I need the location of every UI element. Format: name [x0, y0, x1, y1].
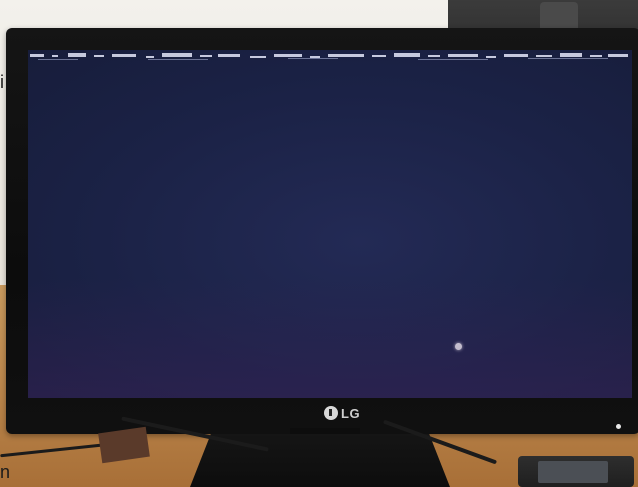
photo-scene: LG i n: [0, 0, 638, 487]
mouse-cursor: [455, 343, 462, 350]
lg-logo-icon: [324, 406, 338, 420]
hard-drive-label: [538, 461, 608, 483]
monitor-screen: [28, 50, 632, 398]
power-led-indicator: [616, 424, 621, 429]
edge-glyph-top: i: [0, 72, 4, 92]
monitor-logo: LG: [324, 405, 360, 421]
monitor-brand-label: LG: [341, 405, 361, 421]
screen-glitch-artifact: [30, 53, 628, 60]
edge-glyph-bottom: n: [0, 462, 11, 482]
